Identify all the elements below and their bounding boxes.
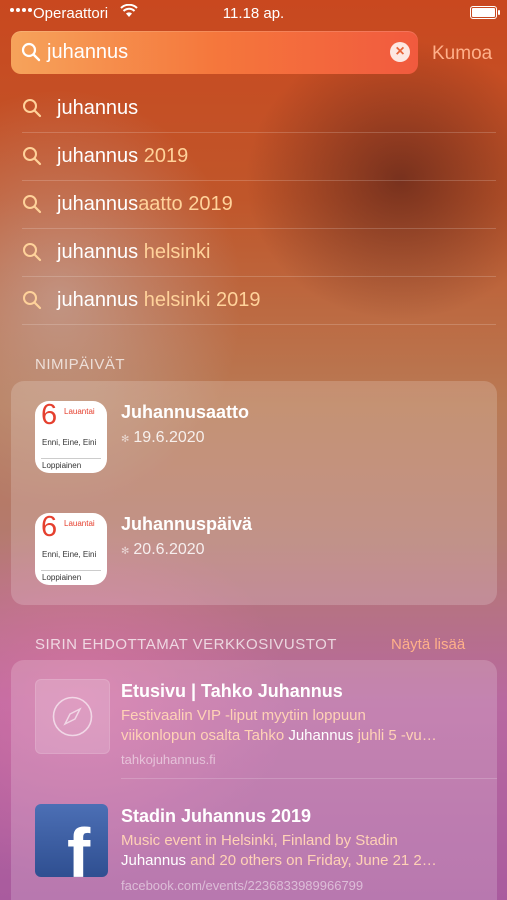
nameday-date: ✻ 20.6.2020 [121,541,205,558]
siri-sites-card: Etusivu | Tahko Juhannus Festivaalin VIP… [11,660,497,900]
search-bar[interactable]: juhannus × [11,31,418,74]
nameday-star-icon: ✻ [121,434,130,445]
divider [121,778,497,779]
clock: 11.18 ap. [222,5,285,22]
search-input[interactable]: juhannus [47,31,128,74]
website-url: facebook.com/events/2236833989966799 [121,878,364,893]
nameday-star-icon: ✻ [121,546,130,557]
suggestion-item[interactable]: juhannus helsinki 2019 [22,276,496,325]
search-icon [23,291,42,310]
show-more-link[interactable]: Näytä lisää [391,636,465,653]
website-title[interactable]: Stadin Juhannus 2019 [121,806,311,827]
search-icon [23,243,42,262]
suggestion-item[interactable]: juhannus [22,84,496,133]
website-description: Music event in Helsinki, Finland by Stad… [121,832,437,869]
website-url: tahkojuhannus.fi [121,752,216,767]
suggestion-label: juhannus helsinki 2019 [57,289,261,311]
search-icon [21,42,41,62]
suggestion-label: juhannus helsinki [57,241,211,263]
cancel-button[interactable]: Kumoa [432,43,492,65]
website-title[interactable]: Etusivu | Tahko Juhannus [121,681,343,702]
suggestion-item[interactable]: juhannus helsinki [22,228,496,277]
nameday-date: ✻ 19.6.2020 [121,429,205,446]
calendar-icon: 6 Lauantai Enni, Eine, Eini Loppiainen [35,401,107,473]
suggestion-item[interactable]: juhannusaatto 2019 [22,180,496,229]
safari-compass-icon [35,679,110,754]
website-description: Festivaalin VIP -liput myytiin loppuun v… [121,707,437,744]
calendar-icon: 6 Lauantai Enni, Eine, Eini Loppiainen [35,513,107,585]
suggestion-label: juhannus 2019 [57,145,189,167]
clear-search-icon[interactable]: × [390,42,410,62]
suggestion-label: juhannus [57,97,139,119]
nameday-title[interactable]: Juhannusaatto [121,402,249,423]
search-icon [23,147,42,166]
battery-icon [470,6,500,19]
search-icon [23,99,42,118]
namedays-card: 6 Lauantai Enni, Eine, Eini Loppiainen J… [11,381,497,605]
facebook-icon: f [35,804,108,877]
suggestion-item[interactable]: juhannus 2019 [22,132,496,181]
nameday-title[interactable]: Juhannuspäivä [121,514,252,535]
search-icon [23,195,42,214]
suggestion-label: juhannusaatto 2019 [57,193,233,215]
siri-sites-header: SIRIN EHDOTTAMAT VERKKOSIVUSTOT [35,636,337,653]
status-bar: Operaattori 11.18 ap. [0,0,507,26]
namedays-header: NIMIPÄIVÄT [35,356,126,373]
